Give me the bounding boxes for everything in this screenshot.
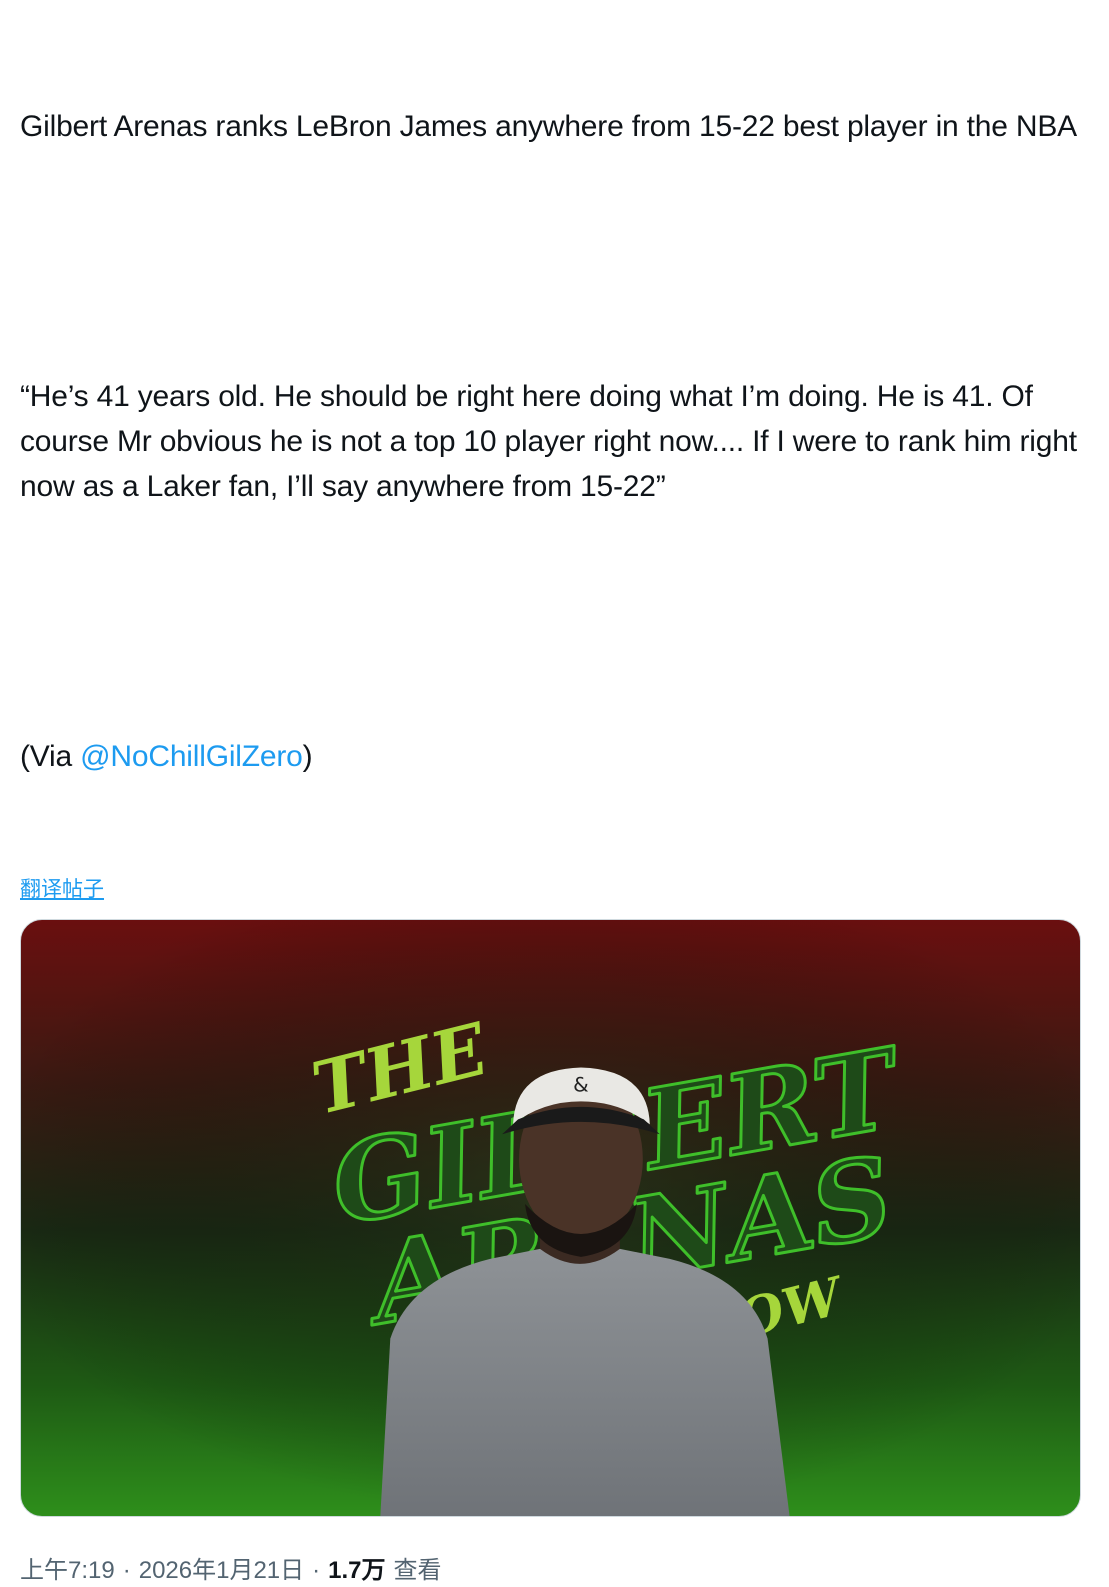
via-prefix: (Via	[20, 740, 81, 773]
tweet-meta: 上午7:19 · 2026年1月21日 · 1.7万 查看	[20, 1555, 1090, 1587]
meta-separator: ·	[122, 1557, 131, 1584]
via-suffix: )	[302, 740, 313, 773]
translate-post-link[interactable]: 翻译帖子	[20, 875, 104, 905]
sweater	[380, 1248, 790, 1516]
tweet: Gilbert Arenas ranks LeBron James anywhe…	[20, 14, 1090, 1587]
tweet-text: Gilbert Arenas ranks LeBron James anywhe…	[20, 14, 1090, 869]
tweet-headline: Gilbert Arenas ranks LeBron James anywhe…	[20, 110, 1077, 143]
tweet-date[interactable]: 2026年1月21日	[139, 1555, 304, 1587]
views-label: 查看	[393, 1557, 442, 1584]
tweet-via: (Via @NoChillGilZero)	[20, 734, 1090, 779]
video-frame: THE GILBERT ARENAS SHOW &	[21, 920, 1080, 1516]
tweet-time[interactable]: 上午7:19	[20, 1555, 115, 1587]
cap-logo: &	[573, 1072, 589, 1096]
meta-separator: ·	[312, 1557, 321, 1584]
views-count: 1.7万	[328, 1557, 386, 1584]
mention-link[interactable]: @NoChillGilZero	[80, 740, 303, 773]
video-thumbnail[interactable]: THE GILBERT ARENAS SHOW &	[20, 919, 1081, 1517]
tweet-quote: “He’s 41 years old. He should be right h…	[20, 380, 1085, 503]
